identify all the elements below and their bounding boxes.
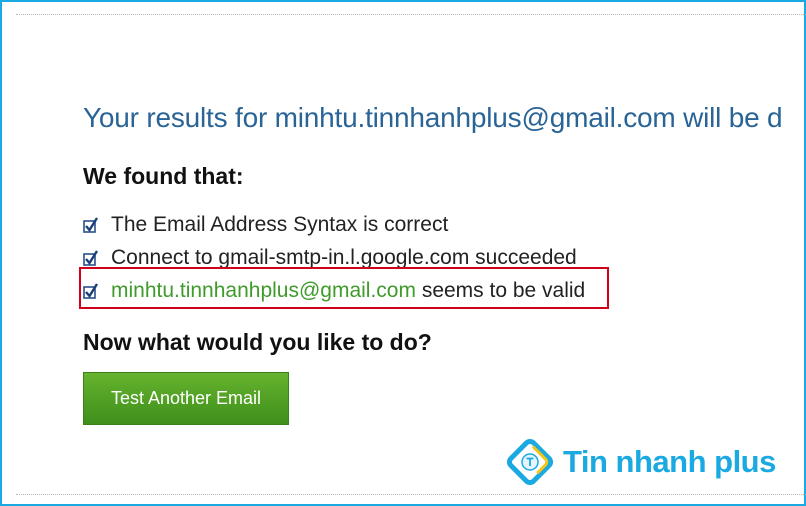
top-divider	[16, 14, 806, 15]
check-item-syntax: The Email Address Syntax is correct	[83, 208, 585, 241]
watermark-text: Tin nhanh plus	[563, 444, 776, 479]
content-frame: Your results for minhtu.tinnhanhplus@gma…	[0, 0, 806, 506]
bottom-divider	[16, 494, 806, 495]
checkbox-checked-icon	[83, 249, 99, 266]
tin-nhanh-plus-logo-icon	[506, 438, 554, 486]
next-action-heading: Now what would you like to do?	[83, 329, 432, 355]
results-headline: Your results for minhtu.tinnhanhplus@gma…	[83, 102, 783, 133]
checkbox-checked-icon	[83, 216, 99, 233]
check-text-syntax: The Email Address Syntax is correct	[111, 212, 449, 236]
check-text-connect: Connect to gmail-smtp-in.l.google.com su…	[111, 245, 577, 269]
watermark-logo: Tin nhanh plus	[505, 437, 776, 487]
found-heading: We found that:	[83, 163, 244, 189]
highlight-annotation-box	[79, 267, 609, 309]
test-another-email-button[interactable]: Test Another Email	[83, 372, 289, 425]
